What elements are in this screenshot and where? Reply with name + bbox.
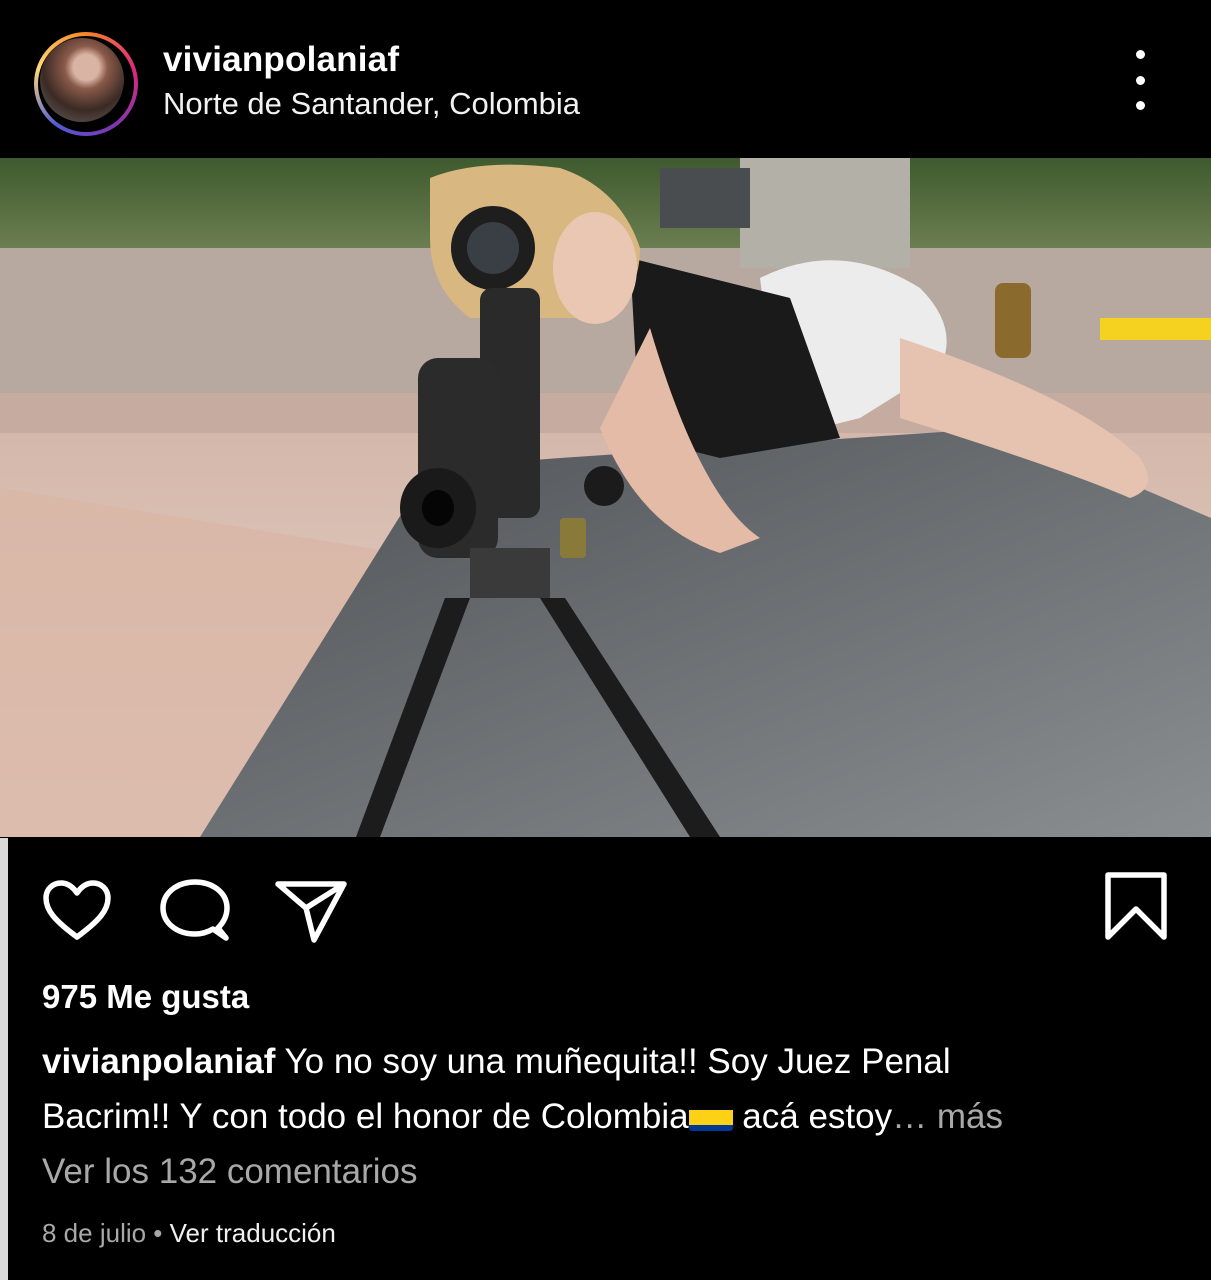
avatar[interactable] xyxy=(34,32,138,136)
post-header: vivianpolaniaf Norte de Santander, Colom… xyxy=(0,0,1211,158)
meta-separator: • xyxy=(146,1218,170,1248)
post-date: 8 de julio xyxy=(42,1218,147,1248)
post-photo[interactable] xyxy=(0,158,1211,837)
caption-text-line2: Bacrim!! Y con todo el honor de Colombia xyxy=(42,1097,689,1136)
more-options-icon[interactable] xyxy=(1120,50,1160,110)
view-comments-link[interactable]: Ver los 132 comentarios xyxy=(42,1152,417,1192)
post-meta: 8 de julio • Ver traducción xyxy=(42,1218,336,1249)
photo-illustration xyxy=(0,158,1211,837)
likes-count[interactable]: 975 Me gusta xyxy=(42,978,249,1016)
heart-icon[interactable] xyxy=(42,880,112,942)
avatar-photo xyxy=(40,38,124,122)
post-caption: vivianpolaniaf Yo no soy una muñequita!!… xyxy=(42,1034,1172,1144)
send-icon[interactable] xyxy=(274,878,348,944)
bookmark-icon[interactable] xyxy=(1104,871,1168,941)
post-username[interactable]: vivianpolaniaf xyxy=(163,40,399,80)
post-location[interactable]: Norte de Santander, Colombia xyxy=(163,86,580,122)
comment-icon[interactable] xyxy=(160,878,230,944)
caption-more-link[interactable]: … más xyxy=(892,1097,1003,1136)
caption-username[interactable]: vivianpolaniaf xyxy=(42,1042,275,1081)
post-actions xyxy=(0,838,1211,958)
colombia-flag-icon xyxy=(688,1101,733,1131)
translate-link[interactable]: Ver traducción xyxy=(170,1218,336,1248)
caption-text-line2-end: acá estoy xyxy=(732,1097,893,1136)
caption-text-line1: Yo no soy una muñequita!! Soy Juez Penal xyxy=(284,1042,951,1081)
